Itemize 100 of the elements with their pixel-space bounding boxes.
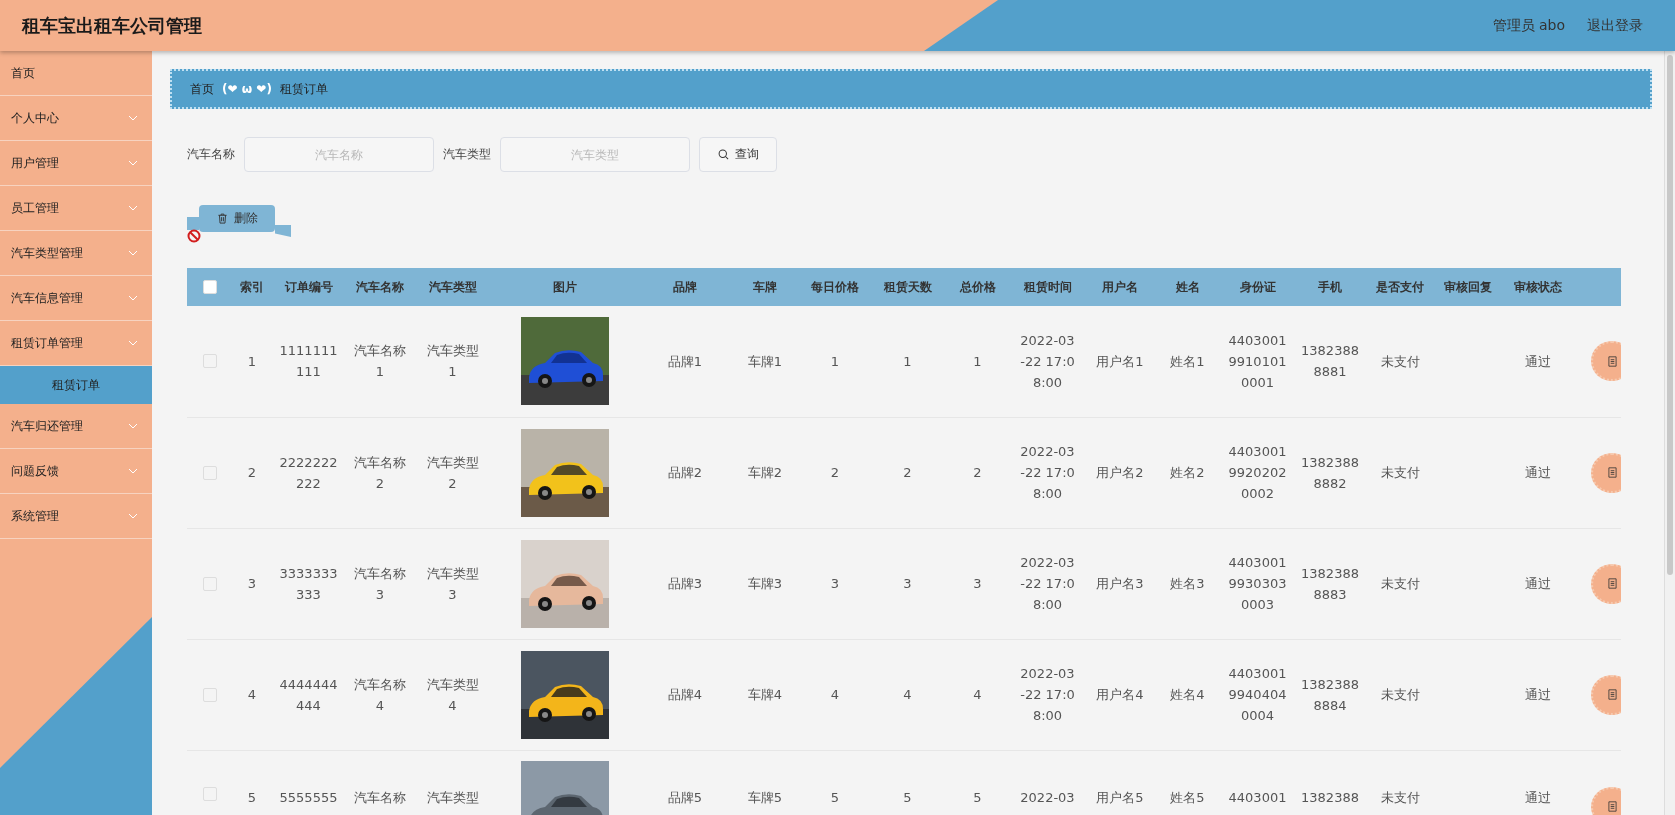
sidebar-item[interactable]: 个人中心	[0, 96, 152, 141]
trash-icon	[216, 213, 228, 224]
table-cell: 汽车名称 3	[354, 565, 406, 602]
table-cell: 未支付	[1380, 465, 1420, 480]
table-cell: 2022-03	[1020, 789, 1075, 805]
detail-button[interactable]	[1591, 563, 1621, 604]
field-label: 汽车名称	[187, 146, 235, 163]
table-cell: 汽车类型 2	[426, 454, 479, 491]
table-cell: 姓名4	[1170, 687, 1205, 702]
detail-button[interactable]	[1591, 341, 1621, 382]
detail-button[interactable]	[1591, 452, 1621, 493]
table-cell: 5	[973, 789, 982, 805]
column-header: 租赁时间	[1010, 268, 1085, 306]
search-field[interactable]: 汽车类型	[500, 137, 690, 172]
table-cell: 5	[247, 789, 257, 805]
table-cell: 1382388 8883	[1301, 565, 1359, 602]
table-cell: 4403001 9930303 0003	[1228, 555, 1287, 612]
app-title: 租车宝出租车公司管理	[22, 13, 202, 38]
column-header: 租赁天数	[870, 268, 945, 306]
table-cell: 姓名2	[1170, 465, 1205, 480]
table-cell: 1382388 8884	[1301, 676, 1359, 713]
table-cell: 1382388 8882	[1301, 454, 1359, 491]
table-cell: 5	[903, 789, 912, 805]
table-cell: 3	[247, 576, 257, 591]
table-cell: 2	[973, 465, 982, 480]
table-cell: 1382388 8881	[1301, 343, 1359, 380]
table-cell: 4	[973, 687, 982, 702]
table-cell: 汽车类型	[426, 789, 479, 805]
table-cell: 用户名1	[1096, 353, 1144, 369]
table-cell: 4403001 9940404 0004	[1228, 666, 1287, 723]
table-cell: 未支付	[1380, 789, 1420, 805]
table-cell: 车牌3	[747, 576, 783, 591]
scrollbar[interactable]	[1664, 51, 1675, 815]
column-header: 审核回复	[1435, 268, 1500, 306]
document-icon	[1607, 355, 1617, 367]
column-header: 索引	[232, 268, 272, 306]
sidebar-item[interactable]: 用户管理	[0, 141, 152, 186]
column-header: 总价格	[945, 268, 1010, 306]
table-cell: 汽车名称 2	[354, 454, 406, 491]
table-cell: 4403001 9920202 0002	[1228, 444, 1287, 501]
column-header: 审核状态	[1500, 268, 1575, 306]
sidebar-item[interactable]: 员工管理	[0, 186, 152, 231]
table-cell: 用户名2	[1096, 465, 1144, 480]
table-cell: 汽车名称	[354, 789, 406, 805]
column-header: 订单编号	[272, 268, 345, 306]
table-cell: 品牌4	[667, 687, 703, 702]
table-cell: 4	[830, 687, 840, 702]
chevron-icon	[128, 250, 138, 256]
table-cell: 汽车类型 1	[426, 343, 479, 380]
table-cell: 1382388	[1301, 789, 1359, 805]
column-header: 姓名	[1155, 268, 1220, 306]
sidebar-item[interactable]: 汽车信息管理	[0, 276, 152, 321]
table-cell: 姓名5	[1170, 789, 1205, 805]
table-cell: 未支付	[1380, 576, 1420, 591]
table-cell: 4	[903, 687, 912, 702]
logout-link[interactable]: 退出登录	[1587, 16, 1643, 35]
table-cell: 5	[830, 789, 840, 805]
table-cell: 4403001	[1228, 789, 1287, 805]
search-button[interactable]: 查询	[699, 137, 777, 172]
field-label: 汽车类型	[443, 146, 491, 163]
chevron-icon	[128, 160, 138, 166]
sidebar-item[interactable]: 汽车归还管理	[0, 404, 152, 449]
sidebar-item[interactable]: 问题反馈	[0, 449, 152, 494]
table-cell: 通过	[1524, 353, 1551, 369]
detail-button[interactable]	[1591, 674, 1621, 715]
table-cell: 3	[973, 576, 982, 591]
table-cell: 2022-03 -22 17:0 8:00	[1020, 444, 1075, 501]
sidebar-item[interactable]: 首页	[0, 51, 152, 96]
table-cell: 1	[247, 353, 257, 369]
column-header: 车牌	[730, 268, 800, 306]
document-icon	[1607, 801, 1617, 812]
table-cell: 汽车名称 4	[354, 676, 406, 713]
chevron-icon	[128, 115, 138, 121]
table-cell: 5555555	[279, 789, 338, 805]
column-header: 手机	[1295, 268, 1365, 306]
submenu-item[interactable]: 租赁订单	[0, 366, 152, 404]
table-cell: 用户名4	[1096, 687, 1144, 702]
sidebar-item[interactable]: 汽车类型管理	[0, 231, 152, 276]
document-icon	[1607, 467, 1617, 478]
column-header: 是否支付	[1365, 268, 1435, 306]
search-field[interactable]: 汽车名称	[244, 137, 434, 172]
table-cell: 车牌4	[747, 687, 783, 702]
table-cell: 通过	[1524, 465, 1551, 480]
table-cell: 用户名5	[1096, 789, 1144, 805]
table-cell: 2	[247, 465, 257, 480]
column-header: 用户名	[1085, 268, 1155, 306]
checkbox[interactable]	[202, 280, 217, 294]
table-cell: 品牌3	[667, 576, 703, 591]
table-cell: 姓名3	[1170, 576, 1205, 591]
table-cell: 2	[830, 465, 840, 480]
document-icon	[1607, 578, 1617, 589]
column-header: 汽车类型	[415, 268, 490, 306]
sidebar-item[interactable]: 系统管理	[0, 494, 152, 539]
breadcrumb-separator: (❤ ω ❤)	[222, 82, 272, 96]
breadcrumb-link[interactable]: 首页	[190, 80, 214, 98]
table-cell: 2022-03 -22 17:0 8:00	[1020, 666, 1075, 723]
ban-icon	[187, 229, 201, 243]
table-cell: 汽车名称 1	[354, 343, 406, 380]
chevron-icon	[128, 423, 138, 429]
table-cell: 车牌5	[747, 789, 783, 805]
